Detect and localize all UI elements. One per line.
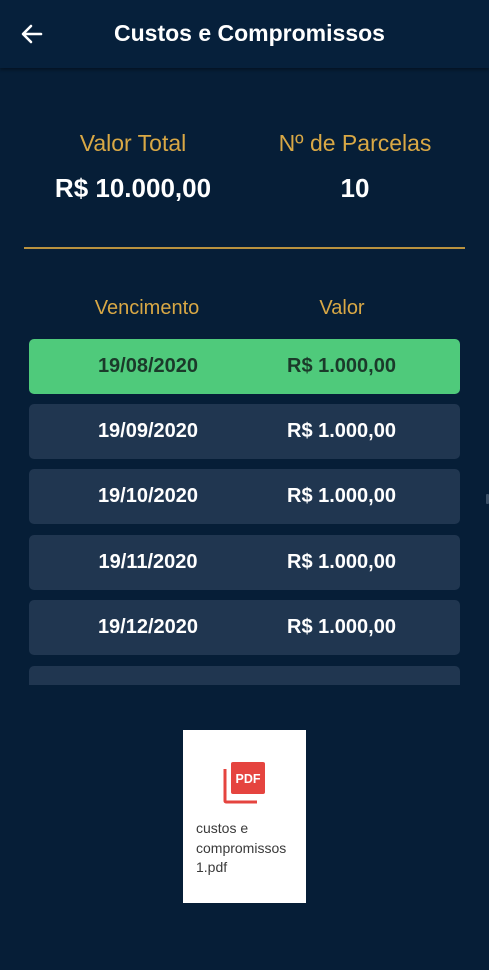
row-due-date: 19/09/2020: [97, 420, 199, 442]
row-due-date: 19/11/2020: [98, 551, 198, 573]
total-label: Valor Total: [79, 130, 187, 156]
arrow-left-icon: [21, 24, 43, 44]
installment-row[interactable]: 19/11/2020 R$ 1.000,00: [29, 535, 460, 590]
pdf-filename: custos e compromissos 1.pdf: [196, 820, 287, 875]
row-due-date: 19/10/2020: [97, 485, 199, 507]
row-due-date: [78, 666, 218, 685]
row-amount: R$ 1.000,00: [287, 355, 396, 377]
row-due-date: 19/08/2020: [97, 355, 199, 377]
app-bar: Custos e Compromissos: [0, 0, 489, 68]
installments-label: Nº de Parcelas: [278, 130, 432, 156]
installment-row[interactable]: [29, 666, 460, 685]
installment-row[interactable]: 19/08/2020 R$ 1.000,00: [29, 339, 460, 394]
back-button[interactable]: [14, 16, 50, 52]
amount-header: Valor: [319, 297, 365, 319]
row-amount: [269, 666, 414, 685]
installment-row[interactable]: 19/10/2020 R$ 1.000,00: [29, 469, 460, 524]
row-amount: R$ 1.000,00: [287, 420, 396, 442]
total-summary: Valor Total R$ 10.000,00: [40, 128, 226, 204]
installment-row[interactable]: 19/12/2020 R$ 1.000,00: [29, 600, 460, 655]
pdf-badge-text: PDF: [236, 772, 261, 786]
page-title: Custos e Compromissos: [114, 20, 385, 46]
total-value: R$ 10.000,00: [54, 173, 212, 203]
row-amount: R$ 1.000,00: [287, 485, 396, 507]
pdf-attachment[interactable]: PDF custos e compromissos 1.pdf: [183, 730, 306, 903]
installment-row[interactable]: 19/09/2020 R$ 1.000,00: [29, 404, 460, 459]
divider: [24, 247, 465, 249]
due-date-header: Vencimento: [94, 297, 200, 319]
row-amount: R$ 1.000,00: [287, 616, 396, 638]
installments-summary: Nº de Parcelas 10: [262, 128, 448, 204]
pdf-file-icon: PDF: [223, 762, 265, 804]
row-due-date: 19/12/2020: [97, 616, 199, 638]
row-amount: R$ 1.000,00: [287, 551, 396, 573]
installments-value: 10: [340, 173, 370, 203]
installments-list[interactable]: 19/08/2020 R$ 1.000,00 19/09/2020 R$ 1.0…: [28, 338, 461, 685]
